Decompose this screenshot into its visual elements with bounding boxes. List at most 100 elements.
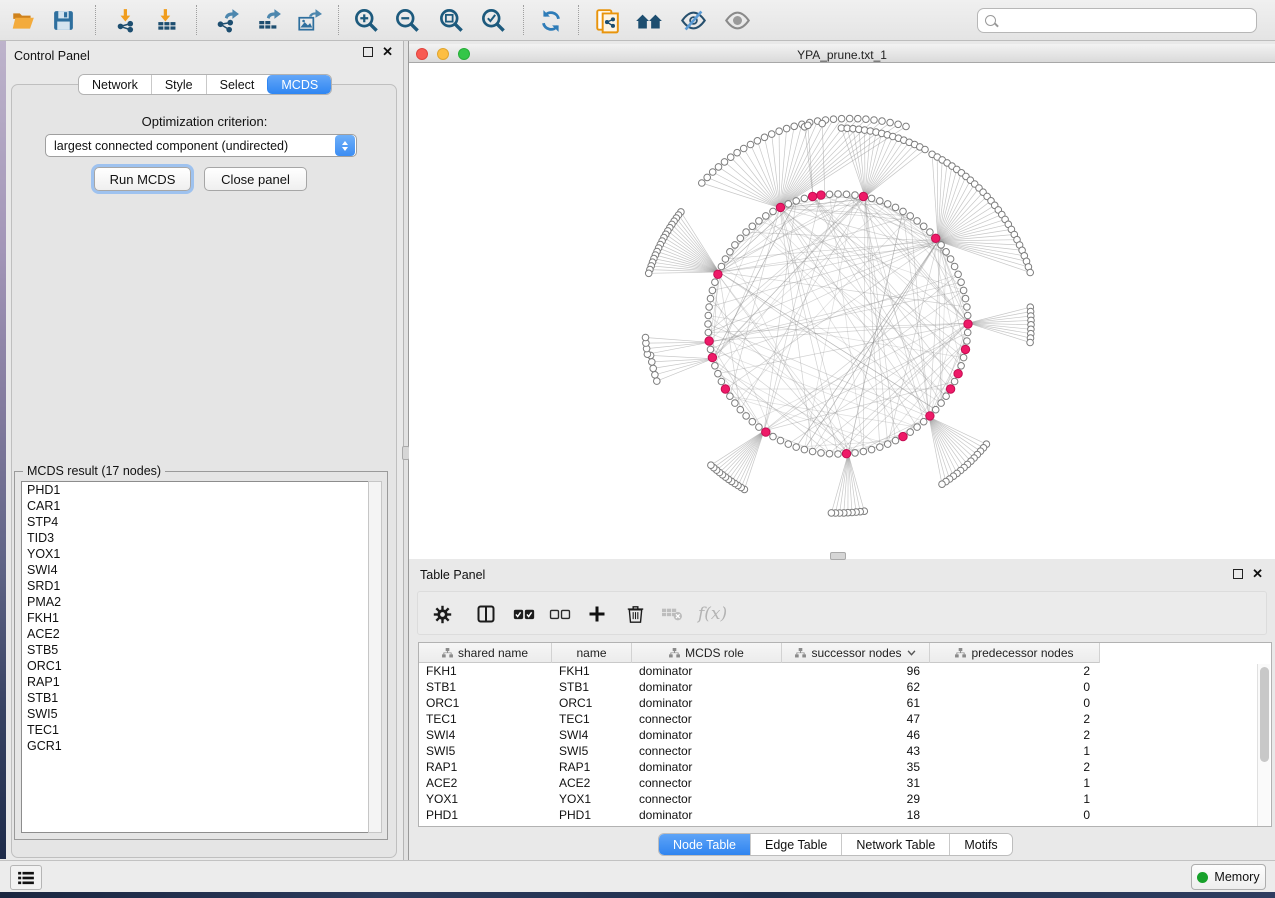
graph-node-dominator[interactable] [964, 320, 972, 328]
import-network-icon[interactable] [112, 6, 142, 35]
table-cell[interactable]: connector [632, 791, 782, 807]
optimization-criterion-select[interactable]: largest connected component (undirected) [45, 134, 357, 157]
table-row[interactable]: RAP1RAP1dominator352 [419, 759, 1100, 775]
export-image-icon[interactable] [294, 6, 324, 35]
graph-node[interactable] [722, 256, 729, 263]
graph-node[interactable] [718, 263, 725, 270]
graph-node[interactable] [708, 462, 715, 469]
mcds-result-item[interactable]: PMA2 [22, 594, 368, 610]
graph-node[interactable] [756, 424, 763, 431]
mcds-result-item[interactable]: GCR1 [22, 738, 368, 754]
graph-node[interactable] [927, 229, 934, 236]
graph-node[interactable] [763, 213, 770, 220]
graph-node-dominator[interactable] [961, 345, 969, 353]
graph-node-dominator[interactable] [708, 353, 716, 361]
graph-node[interactable] [756, 218, 763, 225]
graph-node[interactable] [718, 378, 725, 385]
graph-node[interactable] [884, 201, 891, 208]
table-cell[interactable]: 0 [930, 807, 1100, 823]
graph-node[interactable] [852, 450, 859, 457]
graph-node[interactable] [743, 413, 750, 420]
clone-network-icon[interactable] [592, 6, 622, 35]
graph-node[interactable] [914, 424, 921, 431]
graph-node[interactable] [704, 174, 711, 181]
graph-node[interactable] [650, 365, 657, 372]
table-cell[interactable]: 18 [782, 807, 930, 823]
table-cell[interactable]: PHD1 [419, 807, 552, 823]
mcds-result-item[interactable]: RAP1 [22, 674, 368, 690]
graph-node-dominator[interactable] [705, 337, 713, 345]
mcds-result-item[interactable]: SWI4 [22, 562, 368, 578]
table-row[interactable]: ORC1ORC1dominator610 [419, 695, 1100, 711]
delete-columns-icon[interactable] [627, 601, 644, 627]
graph-node[interactable] [749, 223, 756, 230]
graph-node-dominator[interactable] [776, 203, 784, 211]
network-graph[interactable] [409, 63, 1275, 559]
graph-node[interactable] [943, 249, 950, 256]
graph-node[interactable] [951, 378, 958, 385]
table-row[interactable]: PHD1PHD1dominator180 [419, 807, 1100, 823]
graph-node[interactable] [939, 481, 946, 488]
table-row[interactable]: FKH1FKH1dominator962 [419, 663, 1100, 679]
zoom-out-icon[interactable] [392, 6, 422, 35]
table-cell[interactable]: FKH1 [419, 663, 552, 679]
graph-node[interactable] [749, 418, 756, 425]
graph-node[interactable] [1027, 269, 1034, 276]
column-header-MCDS-role[interactable]: MCDS role [632, 643, 782, 663]
table-cell[interactable]: 35 [782, 759, 930, 775]
graph-node[interactable] [958, 279, 965, 286]
graph-node[interactable] [737, 406, 744, 413]
graph-node[interactable] [892, 204, 899, 211]
graph-node-dominator[interactable] [721, 385, 729, 393]
float-panel-icon[interactable] [1233, 569, 1243, 579]
tab-select[interactable]: Select [206, 75, 268, 94]
graph-node[interactable] [951, 263, 958, 270]
tab-mcds[interactable]: MCDS [267, 75, 331, 94]
graph-node[interactable] [828, 510, 835, 517]
table-cell[interactable]: 1 [930, 791, 1100, 807]
mcds-list-scrollbar[interactable] [368, 481, 382, 833]
graph-node[interactable] [793, 198, 800, 205]
mcds-result-item[interactable]: YOX1 [22, 546, 368, 562]
graph-node[interactable] [801, 446, 808, 453]
graph-node[interactable] [960, 354, 967, 361]
table-cell[interactable]: dominator [632, 695, 782, 711]
graph-node[interactable] [793, 444, 800, 451]
graph-node[interactable] [721, 159, 728, 166]
column-header-shared-name[interactable]: shared name [419, 643, 552, 663]
table-cell[interactable]: YOX1 [419, 791, 552, 807]
tab-network-table[interactable]: Network Table [841, 834, 949, 855]
graph-node[interactable] [877, 198, 884, 205]
deselect-all-icon[interactable] [549, 601, 571, 627]
graph-node-dominator[interactable] [946, 385, 954, 393]
run-mcds-button[interactable]: Run MCDS [94, 167, 191, 191]
table-cell[interactable]: dominator [632, 679, 782, 695]
table-cell[interactable]: ACE2 [419, 775, 552, 791]
close-panel-icon[interactable]: ✕ [382, 47, 393, 57]
mcds-result-item[interactable]: SRD1 [22, 578, 368, 594]
graph-node[interactable] [712, 279, 719, 286]
save-session-icon[interactable] [48, 6, 78, 35]
mcds-result-item[interactable]: FKH1 [22, 610, 368, 626]
graph-node[interactable] [895, 121, 902, 128]
table-cell[interactable]: dominator [632, 759, 782, 775]
graph-node[interactable] [868, 446, 875, 453]
mcds-result-item[interactable]: SWI5 [22, 706, 368, 722]
table-scrollbar[interactable] [1257, 664, 1270, 826]
graph-node[interactable] [727, 393, 734, 400]
graph-node[interactable] [938, 400, 945, 407]
tab-network[interactable]: Network [79, 75, 151, 94]
table-row[interactable]: ACE2ACE2connector311 [419, 775, 1100, 791]
graph-node[interactable] [835, 451, 842, 458]
graph-node[interactable] [645, 270, 652, 277]
column-header-predecessor-nodes[interactable]: predecessor nodes [930, 643, 1100, 663]
graph-node-dominator[interactable] [762, 428, 770, 436]
graph-node-dominator[interactable] [817, 191, 825, 199]
tab-motifs[interactable]: Motifs [949, 834, 1011, 855]
close-panel-button[interactable]: Close panel [204, 167, 307, 191]
table-cell[interactable]: ORC1 [552, 695, 632, 711]
graph-node[interactable] [707, 346, 714, 353]
graph-node[interactable] [727, 154, 734, 161]
network-canvas[interactable] [409, 63, 1275, 559]
table-cell[interactable]: STB1 [419, 679, 552, 695]
